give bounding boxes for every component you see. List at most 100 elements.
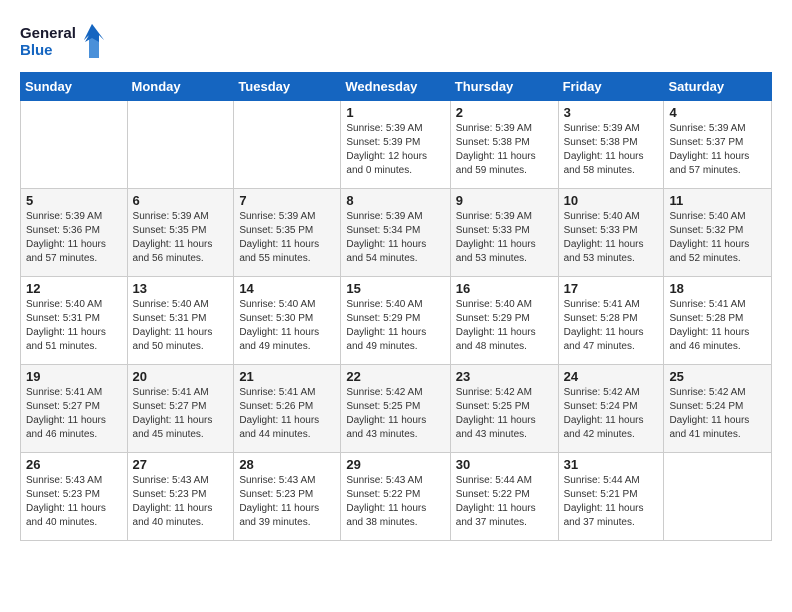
day-number: 10 xyxy=(564,193,659,208)
day-info: Sunrise: 5:40 AM Sunset: 5:29 PM Dayligh… xyxy=(456,298,553,354)
day-info: Sunrise: 5:40 AM Sunset: 5:30 PM Dayligh… xyxy=(239,298,335,354)
calendar-cell: 5 Sunrise: 5:39 AM Sunset: 5:36 PM Daylig… xyxy=(21,189,128,277)
day-info: Sunrise: 5:44 AM Sunset: 5:22 PM Dayligh… xyxy=(456,474,553,530)
calendar-cell: 6 Sunrise: 5:39 AM Sunset: 5:35 PM Daylig… xyxy=(127,189,234,277)
week-row-4: 19Sunrise: 5:41 AM Sunset: 5:27 PM Dayli… xyxy=(21,365,772,453)
week-row-5: 26 Sunrise: 5:43 AM Sunset: 5:23 PM Dayli… xyxy=(21,453,772,541)
svg-text:General: General xyxy=(20,25,76,42)
calendar-cell: 8Sunrise: 5:39 AM Sunset: 5:34 PM Daylig… xyxy=(341,189,450,277)
calendar-cell: 14 Sunrise: 5:40 AM Sunset: 5:30 PM Dayli… xyxy=(234,277,341,365)
calendar-cell: 31Sunrise: 5:44 AM Sunset: 5:21 PM Dayli… xyxy=(558,453,664,541)
day-info: Sunrise: 5:42 AM Sunset: 5:25 PM Dayligh… xyxy=(456,386,553,442)
day-number: 22 xyxy=(346,369,444,384)
svg-text:Blue: Blue xyxy=(20,42,53,59)
day-number: 21 xyxy=(239,369,335,384)
day-number: 4 xyxy=(669,105,766,120)
day-info: Sunrise: 5:39 AM Sunset: 5:35 PM Dayligh… xyxy=(133,210,229,266)
day-info: Sunrise: 5:39 AM Sunset: 5:33 PM Dayligh… xyxy=(456,210,553,266)
weekday-header-sunday: Sunday xyxy=(21,73,128,101)
day-number: 18 xyxy=(669,281,766,296)
week-row-1: 1 Sunrise: 5:39 AM Sunset: 5:39 PM Daylig… xyxy=(21,101,772,189)
calendar-cell: 2 Sunrise: 5:39 AM Sunset: 5:38 PM Daylig… xyxy=(450,101,558,189)
logo-svg: General Blue xyxy=(20,20,110,62)
day-number: 15 xyxy=(346,281,444,296)
day-number: 29 xyxy=(346,457,444,472)
day-number: 1 xyxy=(346,105,444,120)
day-info: Sunrise: 5:39 AM Sunset: 5:39 PM Dayligh… xyxy=(346,122,444,178)
day-number: 13 xyxy=(133,281,229,296)
calendar-cell: 1 Sunrise: 5:39 AM Sunset: 5:39 PM Daylig… xyxy=(341,101,450,189)
weekday-header-row: SundayMondayTuesdayWednesdayThursdayFrid… xyxy=(21,73,772,101)
day-number: 9 xyxy=(456,193,553,208)
calendar-cell: 25 Sunrise: 5:42 AM Sunset: 5:24 PM Dayli… xyxy=(664,365,772,453)
calendar-cell: 20Sunrise: 5:41 AM Sunset: 5:27 PM Dayli… xyxy=(127,365,234,453)
day-number: 26 xyxy=(26,457,122,472)
day-info: Sunrise: 5:40 AM Sunset: 5:31 PM Dayligh… xyxy=(26,298,122,354)
calendar-cell: 11 Sunrise: 5:40 AM Sunset: 5:32 PM Dayli… xyxy=(664,189,772,277)
weekday-header-monday: Monday xyxy=(127,73,234,101)
day-number: 12 xyxy=(26,281,122,296)
week-row-3: 12 Sunrise: 5:40 AM Sunset: 5:31 PM Dayli… xyxy=(21,277,772,365)
calendar-cell: 23Sunrise: 5:42 AM Sunset: 5:25 PM Dayli… xyxy=(450,365,558,453)
calendar-cell: 9 Sunrise: 5:39 AM Sunset: 5:33 PM Daylig… xyxy=(450,189,558,277)
day-number: 24 xyxy=(564,369,659,384)
day-info: Sunrise: 5:43 AM Sunset: 5:22 PM Dayligh… xyxy=(346,474,444,530)
calendar-cell: 30 Sunrise: 5:44 AM Sunset: 5:22 PM Dayli… xyxy=(450,453,558,541)
calendar-cell: 27 Sunrise: 5:43 AM Sunset: 5:23 PM Dayli… xyxy=(127,453,234,541)
day-number: 31 xyxy=(564,457,659,472)
calendar-cell: 18 Sunrise: 5:41 AM Sunset: 5:28 PM Dayli… xyxy=(664,277,772,365)
page-header: General Blue xyxy=(20,20,772,62)
day-number: 16 xyxy=(456,281,553,296)
calendar-cell: 21 Sunrise: 5:41 AM Sunset: 5:26 PM Dayli… xyxy=(234,365,341,453)
day-number: 28 xyxy=(239,457,335,472)
day-info: Sunrise: 5:41 AM Sunset: 5:27 PM Dayligh… xyxy=(26,386,122,442)
calendar-cell: 7 Sunrise: 5:39 AM Sunset: 5:35 PM Daylig… xyxy=(234,189,341,277)
calendar-cell: 4 Sunrise: 5:39 AM Sunset: 5:37 PM Daylig… xyxy=(664,101,772,189)
calendar-cell: 12 Sunrise: 5:40 AM Sunset: 5:31 PM Dayli… xyxy=(21,277,128,365)
calendar-cell: 22 Sunrise: 5:42 AM Sunset: 5:25 PM Dayli… xyxy=(341,365,450,453)
day-info: Sunrise: 5:40 AM Sunset: 5:29 PM Dayligh… xyxy=(346,298,444,354)
weekday-header-tuesday: Tuesday xyxy=(234,73,341,101)
day-number: 5 xyxy=(26,193,122,208)
day-number: 2 xyxy=(456,105,553,120)
calendar-cell: 28 Sunrise: 5:43 AM Sunset: 5:23 PM Dayli… xyxy=(234,453,341,541)
calendar-cell: 16 Sunrise: 5:40 AM Sunset: 5:29 PM Dayli… xyxy=(450,277,558,365)
day-number: 8 xyxy=(346,193,444,208)
day-info: Sunrise: 5:39 AM Sunset: 5:38 PM Dayligh… xyxy=(456,122,553,178)
calendar-cell: 29 Sunrise: 5:43 AM Sunset: 5:22 PM Dayli… xyxy=(341,453,450,541)
day-info: Sunrise: 5:41 AM Sunset: 5:28 PM Dayligh… xyxy=(669,298,766,354)
day-info: Sunrise: 5:42 AM Sunset: 5:24 PM Dayligh… xyxy=(564,386,659,442)
day-info: Sunrise: 5:42 AM Sunset: 5:24 PM Dayligh… xyxy=(669,386,766,442)
day-info: Sunrise: 5:41 AM Sunset: 5:28 PM Dayligh… xyxy=(564,298,659,354)
day-number: 27 xyxy=(133,457,229,472)
day-info: Sunrise: 5:40 AM Sunset: 5:31 PM Dayligh… xyxy=(133,298,229,354)
day-number: 11 xyxy=(669,193,766,208)
day-info: Sunrise: 5:39 AM Sunset: 5:35 PM Dayligh… xyxy=(239,210,335,266)
day-number: 17 xyxy=(564,281,659,296)
logo: General Blue xyxy=(20,20,110,62)
day-number: 7 xyxy=(239,193,335,208)
calendar-cell xyxy=(127,101,234,189)
day-number: 6 xyxy=(133,193,229,208)
weekday-header-wednesday: Wednesday xyxy=(341,73,450,101)
day-info: Sunrise: 5:39 AM Sunset: 5:38 PM Dayligh… xyxy=(564,122,659,178)
day-number: 20 xyxy=(133,369,229,384)
day-info: Sunrise: 5:43 AM Sunset: 5:23 PM Dayligh… xyxy=(239,474,335,530)
calendar-table: SundayMondayTuesdayWednesdayThursdayFrid… xyxy=(20,72,772,541)
day-info: Sunrise: 5:41 AM Sunset: 5:26 PM Dayligh… xyxy=(239,386,335,442)
day-number: 25 xyxy=(669,369,766,384)
day-info: Sunrise: 5:39 AM Sunset: 5:37 PM Dayligh… xyxy=(669,122,766,178)
day-number: 30 xyxy=(456,457,553,472)
day-number: 14 xyxy=(239,281,335,296)
calendar-cell: 19Sunrise: 5:41 AM Sunset: 5:27 PM Dayli… xyxy=(21,365,128,453)
calendar-cell xyxy=(21,101,128,189)
day-info: Sunrise: 5:39 AM Sunset: 5:36 PM Dayligh… xyxy=(26,210,122,266)
calendar-cell xyxy=(234,101,341,189)
weekday-header-friday: Friday xyxy=(558,73,664,101)
weekday-header-thursday: Thursday xyxy=(450,73,558,101)
day-info: Sunrise: 5:40 AM Sunset: 5:32 PM Dayligh… xyxy=(669,210,766,266)
calendar-cell: 15 Sunrise: 5:40 AM Sunset: 5:29 PM Dayli… xyxy=(341,277,450,365)
day-info: Sunrise: 5:43 AM Sunset: 5:23 PM Dayligh… xyxy=(133,474,229,530)
day-number: 3 xyxy=(564,105,659,120)
day-info: Sunrise: 5:42 AM Sunset: 5:25 PM Dayligh… xyxy=(346,386,444,442)
